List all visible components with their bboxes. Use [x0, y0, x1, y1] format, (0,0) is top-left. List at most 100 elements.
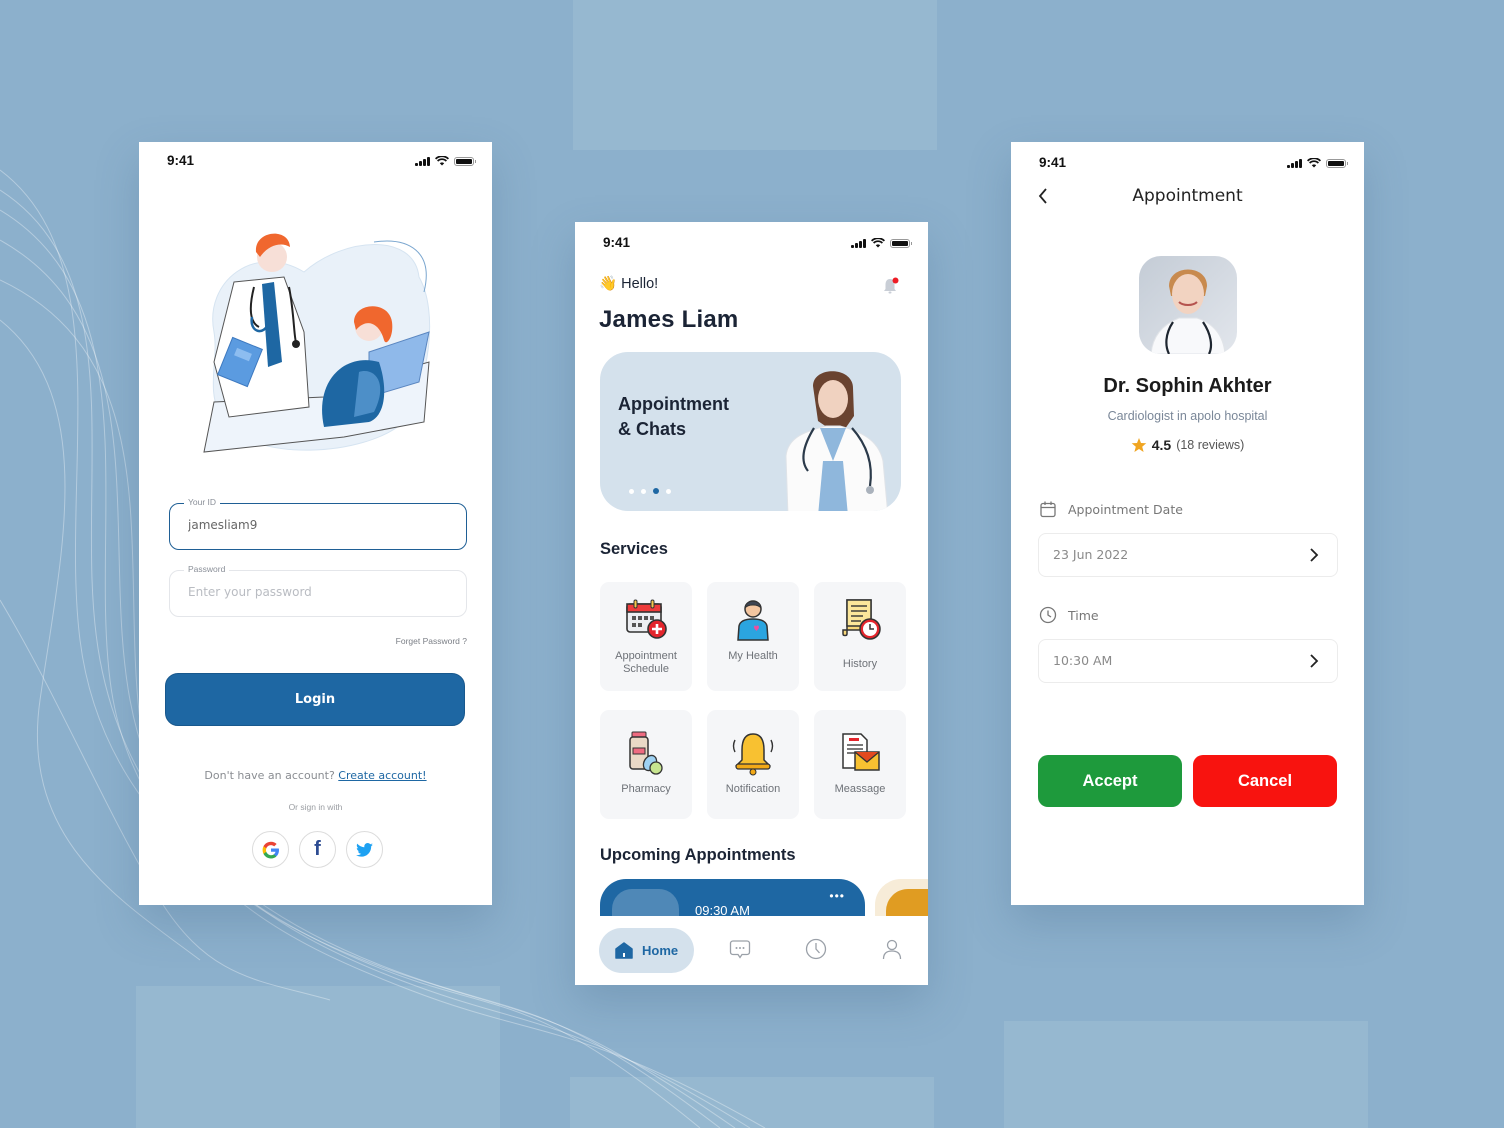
service-my-health[interactable]: My Health [707, 582, 799, 691]
doctor-portrait [1150, 269, 1226, 354]
review-count: (18 reviews) [1176, 438, 1245, 452]
signup-prompt: Don't have an account? Create account! [139, 769, 492, 782]
status-time: 9:41 [603, 235, 631, 250]
chevron-right-icon [1310, 654, 1319, 668]
user-id-label: Your ID [184, 497, 221, 507]
appointment-date-value: 23 Jun 2022 [1053, 547, 1129, 562]
google-icon [262, 841, 279, 858]
facebook-login-button[interactable]: f [299, 831, 336, 868]
service-notification[interactable]: Notification [707, 710, 799, 819]
carousel-dot[interactable] [641, 488, 646, 494]
tab-home-label: Home [642, 943, 679, 958]
home-icon [615, 942, 633, 959]
notification-bell-icon[interactable] [882, 277, 900, 295]
status-time: 9:41 [167, 153, 195, 168]
twitter-icon [356, 842, 373, 857]
carousel-dot[interactable] [666, 488, 671, 494]
wifi-icon [1307, 158, 1321, 168]
user-name: James Liam [599, 306, 739, 333]
carousel-indicator[interactable] [629, 488, 671, 494]
profile-icon[interactable] [881, 938, 903, 960]
bg-block-bottom-center [570, 1077, 934, 1128]
login-button[interactable]: Login [165, 673, 465, 726]
facebook-icon: f [314, 838, 321, 860]
cancel-button[interactable]: Cancel [1193, 755, 1337, 807]
bottom-tab-bar: Home [575, 916, 928, 985]
more-options-icon[interactable]: ••• [829, 889, 845, 903]
password-input[interactable] [188, 585, 438, 599]
signal-icon [1287, 158, 1302, 168]
doctor-photo [785, 371, 889, 511]
doctor-patient-illustration [203, 233, 431, 453]
star-icon [1131, 438, 1147, 452]
service-label: Notification [725, 783, 781, 795]
create-account-link[interactable]: Create account! [338, 769, 426, 782]
chat-icon[interactable] [729, 938, 751, 960]
doctor-specialty: Cardiologist in apolo hospital [1107, 409, 1268, 423]
appointment-screen: 9:41 Appointment Dr. Sophin Akhter Cardi… [1011, 142, 1364, 905]
service-message[interactable]: Meassage [814, 710, 906, 819]
bg-block-top [573, 0, 937, 150]
appointment-chats-banner[interactable]: Appointment & Chats [600, 352, 901, 511]
time-value: 10:30 AM [1053, 653, 1113, 668]
service-label: My Health [728, 650, 778, 662]
bell-icon [732, 733, 774, 776]
wifi-icon [435, 156, 449, 166]
accept-button[interactable]: Accept [1038, 755, 1182, 807]
status-bar: 9:41 [575, 235, 928, 255]
home-screen: 9:41 👋 Hello! James Liam Appointment & Ch… [575, 222, 928, 985]
battery-icon [454, 156, 476, 166]
time-label-text: Time [1068, 607, 1099, 623]
greeting-text: Hello! [621, 276, 659, 292]
appointment-date-label-text: Appointment Date [1068, 501, 1183, 517]
upcoming-appointments-title: Upcoming Appointments [600, 846, 796, 864]
services-title: Services [600, 540, 668, 558]
time-select[interactable]: 10:30 AM [1038, 639, 1338, 683]
doctor-name: Dr. Sophin Akhter [1103, 375, 1272, 397]
signal-icon [415, 156, 430, 166]
appointment-date-select[interactable]: 23 Jun 2022 [1038, 533, 1338, 577]
password-label: Password [184, 564, 230, 574]
doctor-avatar [1139, 256, 1237, 354]
login-screen: 9:41 Your ID Password [139, 142, 492, 905]
twitter-login-button[interactable] [346, 831, 383, 868]
services-grid: Appointment Schedule My Health History P… [600, 582, 906, 819]
rating-value: 4.5 [1151, 437, 1172, 453]
tab-home[interactable]: Home [599, 928, 694, 973]
bg-block-bottom-right [1004, 1021, 1368, 1128]
service-label: History [842, 658, 878, 670]
page-title: Appointment [1132, 186, 1243, 206]
doctor-rating: 4.5 (18 reviews) [1011, 437, 1364, 453]
forgot-password-link[interactable]: Forget Password ? [396, 636, 467, 646]
service-pharmacy[interactable]: Pharmacy [600, 710, 692, 819]
banner-title: Appointment & Chats [618, 394, 729, 439]
history-clock-icon[interactable] [805, 938, 827, 960]
signal-icon [851, 238, 866, 248]
person-heart-icon [737, 600, 769, 641]
or-sign-in-text: Or sign in with [288, 802, 343, 812]
scroll-clock-icon [842, 599, 881, 640]
bg-block-bottom-left [136, 986, 500, 1128]
service-label: Appointment Schedule [615, 650, 677, 675]
appointment-date-label: Appointment Date [1039, 500, 1183, 518]
google-login-button[interactable] [252, 831, 289, 868]
carousel-dot[interactable] [629, 488, 634, 494]
user-id-input[interactable] [188, 518, 438, 532]
battery-icon [890, 238, 912, 248]
time-label: Time [1039, 606, 1099, 624]
status-bar: 9:41 [139, 153, 492, 173]
greeting: 👋 Hello! [599, 275, 658, 292]
medicine-bottle-icon [629, 731, 663, 775]
social-login-group: f [252, 831, 383, 868]
service-appointment-schedule[interactable]: Appointment Schedule [600, 582, 692, 691]
carousel-dot-active[interactable] [653, 488, 659, 494]
status-bar: 9:41 [1011, 155, 1364, 175]
chevron-right-icon [1310, 548, 1319, 562]
wave-icon: 👋 [599, 276, 618, 292]
service-history[interactable]: History [814, 582, 906, 691]
wifi-icon [871, 238, 885, 248]
no-account-text: Don't have an account? [204, 769, 335, 782]
service-label: Meassage [834, 783, 886, 795]
password-field[interactable]: Password [169, 564, 467, 617]
user-id-field[interactable]: Your ID [169, 497, 467, 550]
